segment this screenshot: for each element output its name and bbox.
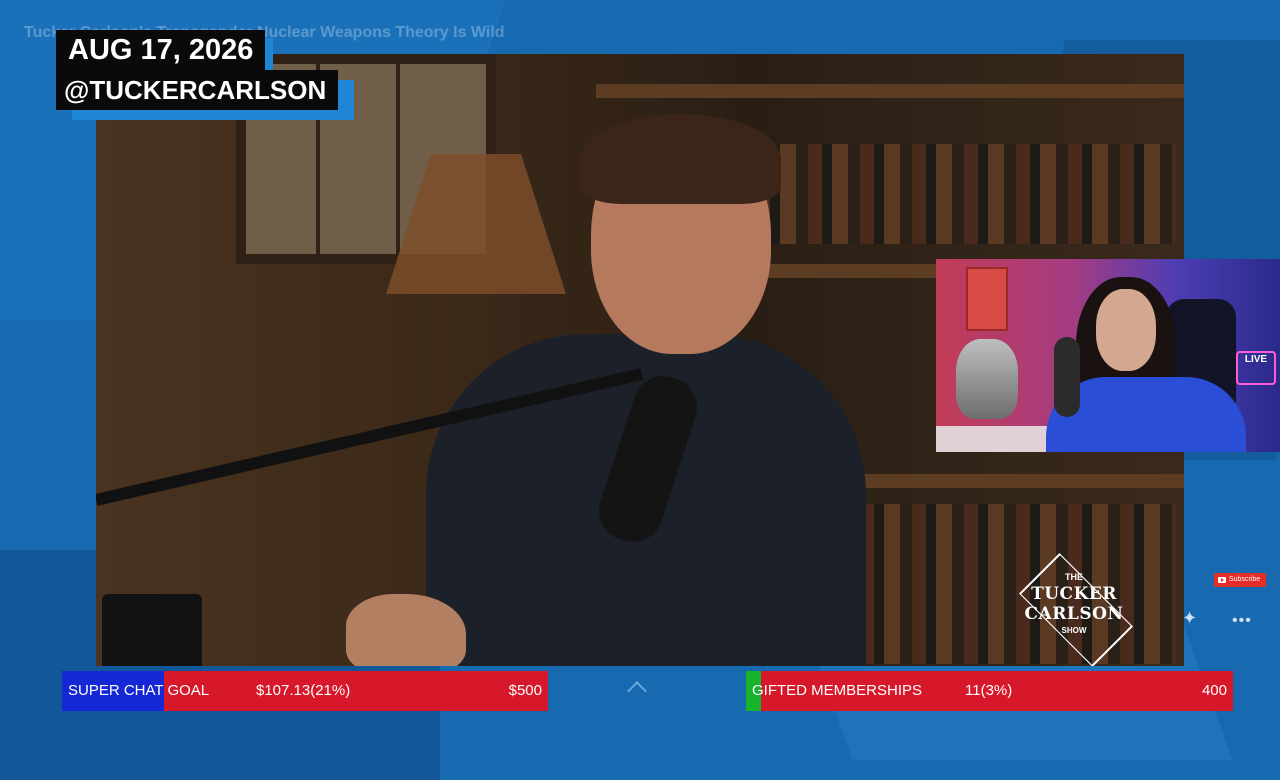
- super-chat-goal-current: $107.13(21%): [256, 682, 351, 699]
- handle-label: @TUCKERCARLSON: [56, 70, 339, 110]
- chevron-up-icon[interactable]: [627, 681, 647, 701]
- show-logo-line2: TUCKER: [1031, 584, 1117, 604]
- knight-helmet: [956, 339, 1018, 419]
- gifted-memberships-bar: GIFTED MEMBERSHIPS 11(3%) 400: [746, 671, 1233, 711]
- show-logo-line1: THE: [1065, 572, 1083, 582]
- streamer-microphone: [1054, 337, 1080, 417]
- cam-poster: [966, 267, 1008, 331]
- super-chat-goal-target: $500: [508, 682, 542, 699]
- streamer-face: [1096, 289, 1156, 371]
- subscribe-button[interactable]: Subscribe: [1214, 573, 1267, 587]
- super-chat-goal-bar: SUPER CHAT GOAL $107.13(21%) $500: [62, 671, 548, 711]
- video-scene-shelf: [596, 84, 1184, 98]
- date-label: AUG 17, 2026: [56, 30, 266, 70]
- live-neon-text: LIVE: [1244, 354, 1268, 365]
- gifted-memberships-current: 11(3%): [965, 682, 1013, 699]
- gifted-memberships-target: 400: [1201, 682, 1227, 699]
- host-hand: [346, 594, 466, 666]
- youtube-icon: [1218, 577, 1226, 583]
- cam-desk: [936, 426, 1056, 452]
- video-scene-books: [756, 144, 1176, 244]
- show-logo-line3: CARLSON: [1024, 604, 1124, 624]
- subscribe-label: Subscribe: [1229, 576, 1261, 583]
- show-logo: THE TUCKER CARLSON SHOW: [999, 553, 1149, 666]
- gifted-memberships-label: GIFTED MEMBERSHIPS: [752, 682, 923, 699]
- video-host-hair: [581, 114, 781, 204]
- streamer-webcam: LIVE: [936, 259, 1280, 452]
- mug: [102, 594, 202, 666]
- more-icon[interactable]: •••: [1232, 612, 1252, 630]
- show-logo-line4: SHOW: [1061, 626, 1087, 635]
- super-chat-goal-label: SUPER CHAT GOAL: [68, 682, 210, 699]
- sparkle-icon: ✦: [1182, 608, 1198, 628]
- live-neon-sign: LIVE: [1236, 351, 1276, 385]
